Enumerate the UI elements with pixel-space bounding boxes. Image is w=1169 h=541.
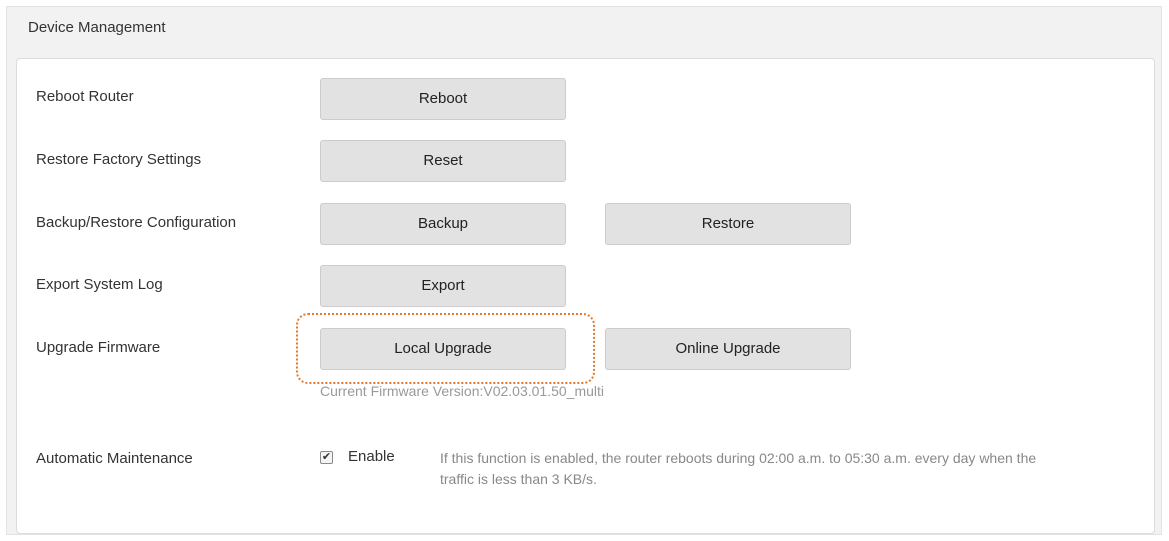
automatic-maintenance-label: Automatic Maintenance (36, 450, 193, 467)
local-upgrade-button[interactable]: Local Upgrade (320, 328, 566, 370)
upgrade-firmware-label: Upgrade Firmware (36, 339, 161, 356)
restore-factory-label: Restore Factory Settings (36, 151, 202, 168)
section-title: Device Management (28, 19, 166, 36)
restore-button[interactable]: Restore (605, 203, 851, 245)
enable-label: Enable (348, 448, 395, 465)
enable-checkbox[interactable]: ✔ (320, 451, 333, 464)
current-firmware-version: Current Firmware Version:V02.03.01.50_mu… (320, 383, 605, 399)
reboot-router-label: Reboot Router (36, 88, 134, 105)
online-upgrade-button[interactable]: Online Upgrade (605, 328, 851, 370)
backup-restore-label: Backup/Restore Configuration (36, 214, 237, 231)
backup-button[interactable]: Backup (320, 203, 566, 245)
reset-button[interactable]: Reset (320, 140, 566, 182)
maintenance-description: If this function is enabled, the router … (440, 450, 1037, 487)
reboot-button[interactable]: Reboot (320, 78, 566, 120)
export-button[interactable]: Export (320, 265, 566, 307)
export-log-label: Export System Log (36, 276, 163, 293)
